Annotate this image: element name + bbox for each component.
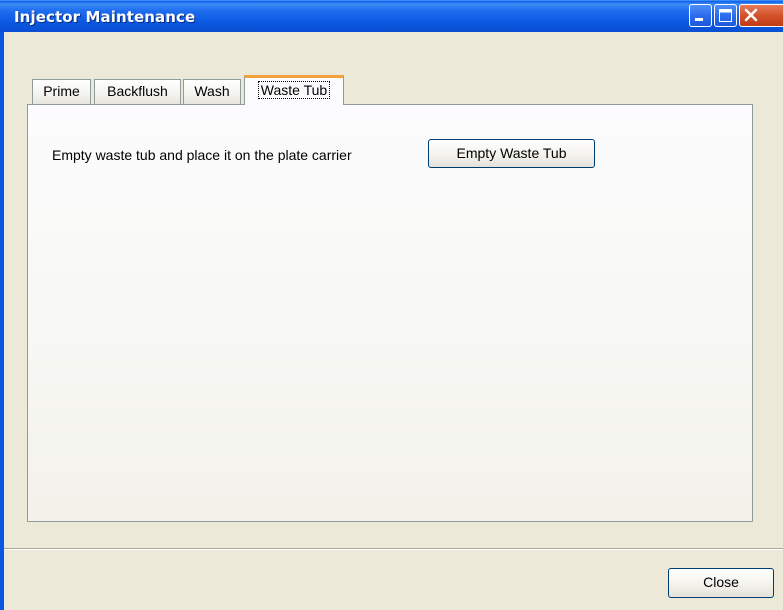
empty-waste-tub-button[interactable]: Empty Waste Tub [428,139,595,168]
minimize-icon [695,18,703,21]
tab-waste-tub-label: Waste Tub [257,81,331,99]
window-frame-left [0,32,4,610]
waste-tub-panel [27,104,753,522]
waste-tub-instruction: Empty waste tub and place it on the plat… [52,147,352,163]
close-icon [744,8,758,22]
footer-divider [4,548,783,550]
minimize-button[interactable] [689,4,712,27]
title-bar[interactable]: Injector Maintenance [0,0,783,32]
maximize-icon [719,9,732,22]
close-button[interactable]: Close [668,568,774,598]
maximize-button[interactable] [714,4,737,27]
injector-maintenance-window: Injector Maintenance Prime Backflush Was… [0,0,783,610]
tab-prime[interactable]: Prime [32,79,91,104]
tab-waste-tub[interactable]: Waste Tub [244,75,344,105]
tab-wash[interactable]: Wash [183,79,241,104]
tab-backflush[interactable]: Backflush [94,79,181,104]
close-window-button[interactable] [739,4,783,27]
window-title: Injector Maintenance [14,8,196,26]
